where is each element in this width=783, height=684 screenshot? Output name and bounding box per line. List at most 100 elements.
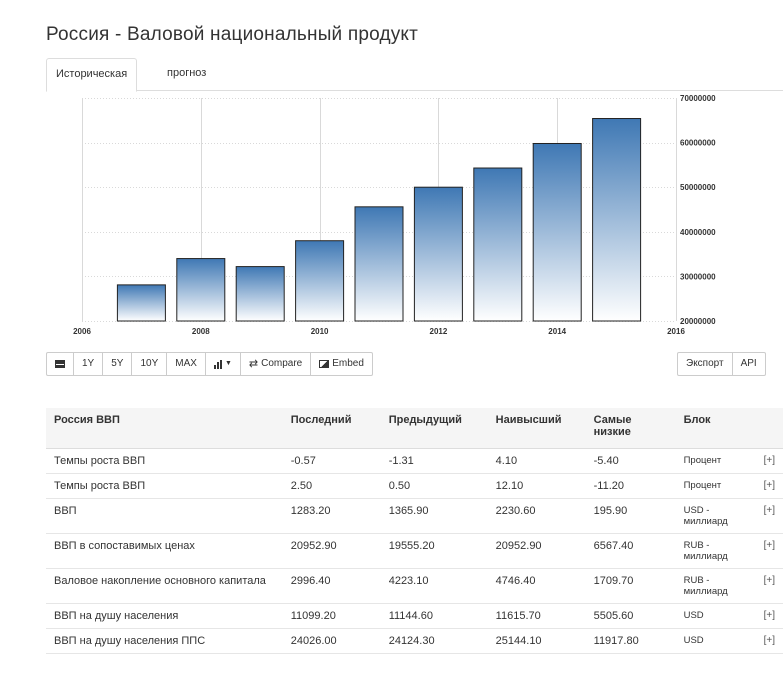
cell-highest: 12.10 <box>487 473 586 499</box>
chart-toolbar: 1Y 5Y 10Y MAX ▼ ⇄ Compare Embed <box>46 352 373 376</box>
cell-unit: Процент <box>675 473 756 499</box>
chart-type-button[interactable]: ▼ <box>205 352 241 376</box>
range-10y-button[interactable]: 10Y <box>132 352 168 376</box>
cell-last: 24026.00 <box>282 628 381 654</box>
embed-button[interactable]: Embed <box>311 352 373 376</box>
header-unit: Блок <box>675 408 756 449</box>
cell-lowest: -11.20 <box>585 473 676 499</box>
header-last: Последний <box>282 408 381 449</box>
bar-2011[interactable] <box>354 206 404 322</box>
cell-unit: RUB - миллиард <box>675 568 756 604</box>
compare-label: Compare <box>261 358 303 369</box>
cell-last: -0.57 <box>282 448 381 474</box>
cell-previous: 11144.60 <box>380 603 488 629</box>
expand-link[interactable]: [+] <box>755 568 783 604</box>
cell-highest: 2230.60 <box>487 498 586 534</box>
bar-2012[interactable] <box>413 186 463 322</box>
tab-forecast[interactable]: прогноз <box>158 58 215 89</box>
cell-previous: -1.31 <box>380 448 488 474</box>
api-button[interactable]: API <box>732 352 766 376</box>
expand-link[interactable]: [+] <box>755 628 783 654</box>
x-tick-label: 2012 <box>430 327 448 336</box>
cell-highest: 4.10 <box>487 448 586 474</box>
cell-lowest: 1709.70 <box>585 568 676 604</box>
y-tick-label: 70000000 <box>680 94 716 103</box>
table-row: Темпы роста ВВП 2.50 0.50 12.10 -11.20 Процен… <box>46 473 783 499</box>
page: Россия - Валовой национальный продукт Ис… <box>0 0 783 684</box>
table-row: ВВП на душу населения ППС 24026.00 24124.3… <box>46 628 783 654</box>
bar-2009[interactable] <box>235 266 285 322</box>
calendar-icon <box>55 360 65 368</box>
cell-name: Темпы роста ВВП <box>46 473 283 499</box>
cell-lowest: 195.90 <box>585 498 676 534</box>
x-tick-label: 2016 <box>667 327 685 336</box>
cell-last: 20952.90 <box>282 533 381 569</box>
cell-last: 2.50 <box>282 473 381 499</box>
expand-link[interactable]: [+] <box>755 448 783 474</box>
gdp-table: Россия ВВП Последний Предыдущий Наивысши… <box>46 408 783 654</box>
bar-chart: 2006 2008 2010 2012 2014 2016 20000000 3000000… <box>73 94 716 336</box>
bar-2008[interactable] <box>176 258 226 322</box>
cell-previous: 4223.10 <box>380 568 488 604</box>
cell-highest: 11615.70 <box>487 603 586 629</box>
x-tick-label: 2006 <box>73 327 91 336</box>
cell-previous: 19555.20 <box>380 533 488 569</box>
cell-name: ВВП <box>46 498 283 534</box>
table-row: ВВП 1283.20 1365.90 2230.60 195.90 USD - милл… <box>46 498 783 534</box>
table-row: ВВП на душу населения 11099.20 11144.60 116… <box>46 603 783 629</box>
cell-previous: 1365.90 <box>380 498 488 534</box>
cell-highest: 20952.90 <box>487 533 586 569</box>
bar-2013[interactable] <box>473 167 523 322</box>
cell-highest: 4746.40 <box>487 568 586 604</box>
shuffle-icon: ⇄ <box>248 358 259 370</box>
bar-2015[interactable] <box>592 118 642 322</box>
header-previous: Предыдущий <box>380 408 488 449</box>
cell-unit: USD <box>675 603 756 629</box>
range-5y-button[interactable]: 5Y <box>103 352 133 376</box>
expand-link[interactable]: [+] <box>755 533 783 569</box>
cell-lowest: 11917.80 <box>585 628 676 654</box>
cell-unit: Процент <box>675 448 756 474</box>
cell-name: Валовое накопление основного капитала <box>46 568 283 604</box>
tab-historical[interactable]: Историческая <box>46 58 138 92</box>
table-row: Валовое накопление основного капитала 299… <box>46 568 783 604</box>
export-button[interactable]: Экспорт <box>677 352 733 376</box>
expand-link[interactable]: [+] <box>755 603 783 629</box>
cell-previous: 0.50 <box>380 473 488 499</box>
range-max-button[interactable]: MAX <box>167 352 206 376</box>
tab-bar: Историческая прогноз <box>46 58 783 92</box>
cell-highest: 25144.10 <box>487 628 586 654</box>
cell-last: 1283.20 <box>282 498 381 534</box>
table-row: Темпы роста ВВП -0.57 -1.31 4.10 -5.40 Процен… <box>46 448 783 474</box>
header-expand <box>755 408 783 449</box>
expand-link[interactable]: [+] <box>755 473 783 499</box>
compare-button[interactable]: ⇄ Compare <box>240 352 312 376</box>
header-lowest: Самые низкие <box>585 408 676 449</box>
cell-lowest: -5.40 <box>585 448 676 474</box>
bar-2014[interactable] <box>532 142 582 322</box>
calendar-button[interactable] <box>46 352 74 376</box>
table-header-row: Россия ВВП Последний Предыдущий Наивысши… <box>46 408 783 449</box>
y-tick-label: 60000000 <box>680 139 716 148</box>
cell-unit: USD - миллиард <box>675 498 756 534</box>
table-row: ВВП в сопоставимых ценах 20952.90 19555.20… <box>46 533 783 569</box>
bar-2007[interactable] <box>116 284 166 322</box>
cell-unit: RUB - миллиард <box>675 533 756 569</box>
image-icon <box>319 360 330 368</box>
cell-unit: USD <box>675 628 756 654</box>
cell-name: ВВП на душу населения <box>46 603 283 629</box>
bar-2010[interactable] <box>295 240 345 322</box>
cell-lowest: 5505.60 <box>585 603 676 629</box>
chevron-down-icon: ▼ <box>224 360 232 367</box>
cell-last: 2996.40 <box>282 568 381 604</box>
x-tick-label: 2014 <box>548 327 566 336</box>
embed-label: Embed <box>332 358 364 369</box>
y-tick-label: 20000000 <box>680 317 716 326</box>
y-tick-label: 40000000 <box>680 228 716 237</box>
export-toolbar: Экспорт API <box>677 352 766 376</box>
range-1y-button[interactable]: 1Y <box>74 352 104 376</box>
cell-last: 11099.20 <box>282 603 381 629</box>
page-title: Россия - Валовой национальный продукт <box>46 24 419 45</box>
y-tick-label: 30000000 <box>680 272 716 281</box>
expand-link[interactable]: [+] <box>755 498 783 534</box>
